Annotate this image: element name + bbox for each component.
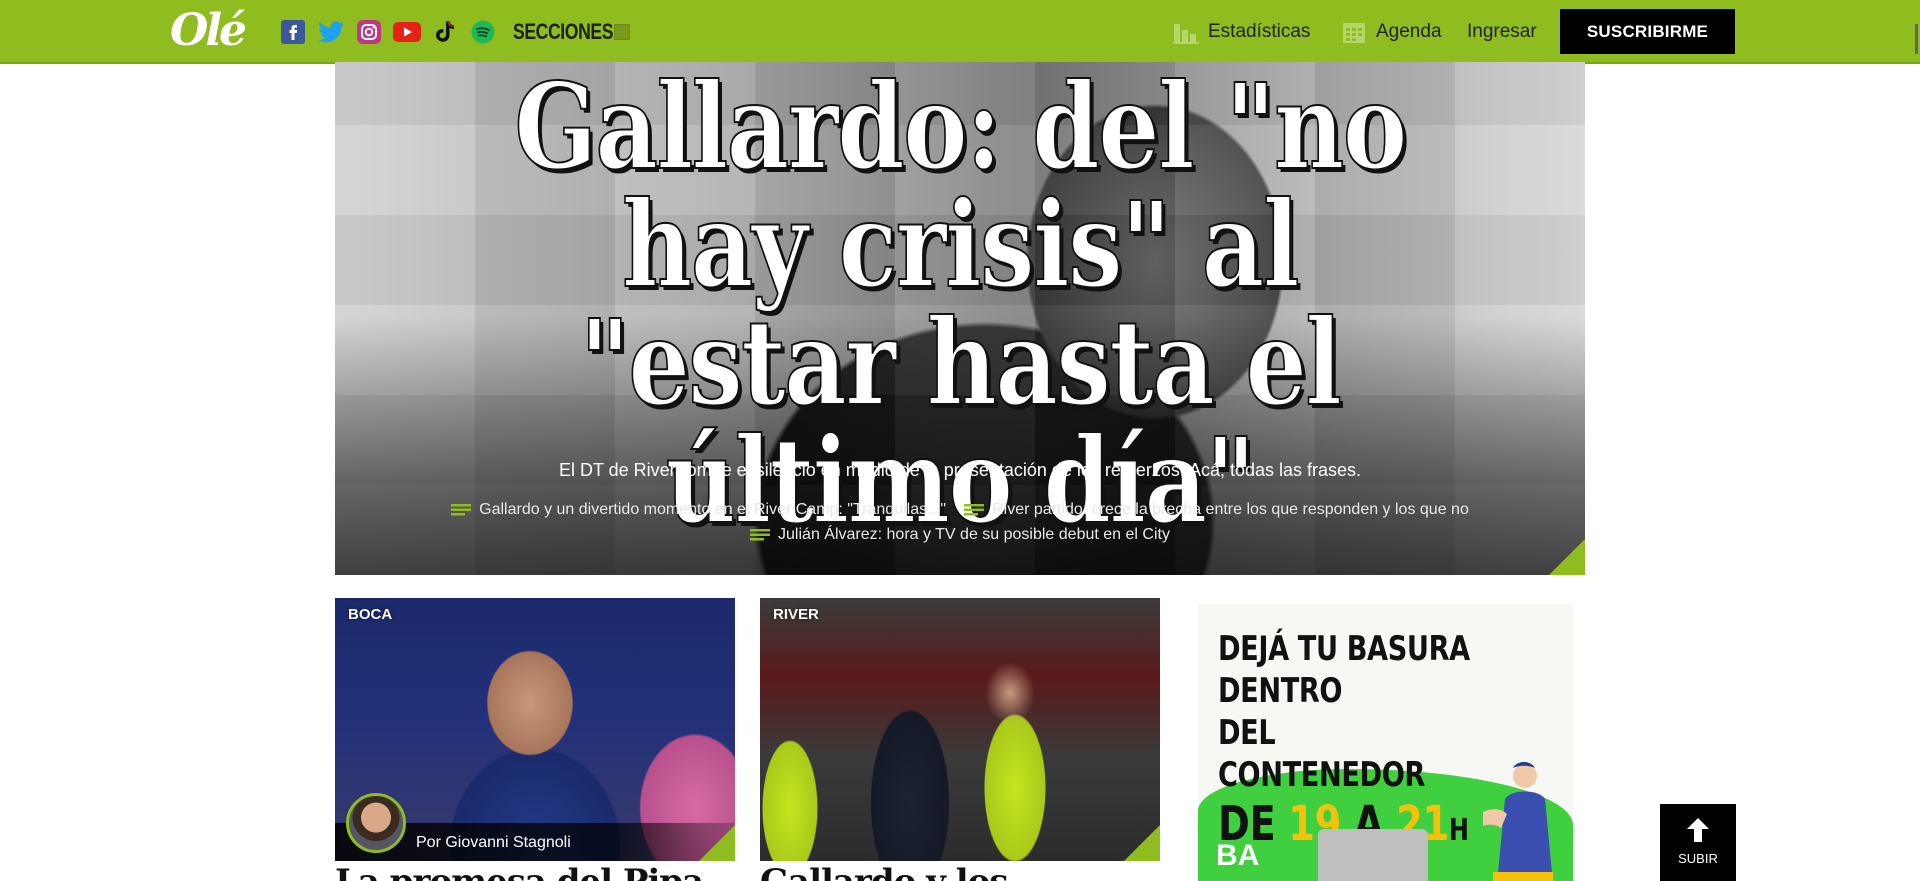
- lines-icon: [964, 504, 985, 516]
- nav-agenda-label: Agenda: [1376, 21, 1442, 42]
- card-headline[interactable]: La promesa del Pipa tras: [335, 862, 735, 881]
- scrollbar[interactable]: [1915, 24, 1918, 54]
- login-label: Ingresar: [1467, 21, 1537, 42]
- corner-accent: [1549, 539, 1585, 575]
- related-link[interactable]: Julián Álvarez: hora y TV de su posible …: [750, 526, 1170, 544]
- site-logo[interactable]: Olé: [170, 8, 247, 54]
- arrow-up-icon: [1687, 818, 1709, 842]
- related-link[interactable]: Gallardo y un divertido momento en el Ri…: [451, 501, 946, 519]
- hero-article[interactable]: Gallardo: del "no hay crisis" al "estar …: [335, 62, 1585, 575]
- twitter-icon[interactable]: [317, 18, 345, 46]
- login-link[interactable]: Ingresar: [1467, 18, 1537, 46]
- bar-chart-icon: [1172, 18, 1200, 46]
- facebook-icon[interactable]: [279, 18, 307, 46]
- card-headline[interactable]: Gallardo y los árbitros:: [760, 862, 1160, 881]
- nav-agenda[interactable]: Agenda: [1340, 18, 1442, 46]
- lines-icon: [750, 529, 771, 541]
- back-to-top-button[interactable]: SUBIR: [1660, 804, 1736, 881]
- tiktok-icon[interactable]: [431, 18, 459, 46]
- trash-bin-illustration: [1318, 829, 1428, 881]
- spotify-icon[interactable]: [469, 18, 497, 46]
- related-link[interactable]: River partido: crece la brecha entre los…: [964, 501, 1469, 519]
- subscribe-button[interactable]: SUSCRIBIRME: [1560, 9, 1735, 54]
- person-illustration: [1483, 762, 1553, 881]
- author-name[interactable]: Por Giovanni Stagnoli: [416, 834, 571, 852]
- nav-estadisticas[interactable]: Estadísticas: [1172, 18, 1310, 46]
- corner-accent: [1124, 825, 1160, 861]
- instagram-icon[interactable]: [355, 18, 383, 46]
- ad-brand-logo: BA: [1216, 839, 1260, 872]
- news-card-boca[interactable]: BOCA Por Giovanni Stagnoli: [335, 598, 735, 861]
- lines-icon: [451, 504, 472, 516]
- secciones-menu[interactable]: SECCIONES: [513, 18, 613, 46]
- social-links: [279, 18, 497, 46]
- hero-subtitle: El DT de River rompe el silencio en medi…: [558, 460, 1362, 480]
- section-tag[interactable]: RIVER: [773, 606, 819, 623]
- calendar-icon: [1340, 18, 1368, 46]
- secciones-toggle-icon[interactable]: [614, 24, 630, 40]
- author-avatar: [346, 793, 406, 853]
- ad-text: DEJÁ TU BASURA DENTRO DEL CONTENEDOR DE …: [1218, 629, 1470, 852]
- corner-accent: [699, 825, 735, 861]
- top-header: Olé SECCIONES Estadísticas Agenda Ingres…: [0, 0, 1920, 64]
- advertisement-banner[interactable]: DEJÁ TU BASURA DENTRO DEL CONTENEDOR DE …: [1198, 604, 1573, 881]
- section-tag[interactable]: BOCA: [348, 606, 392, 623]
- nav-estadisticas-label: Estadísticas: [1208, 21, 1311, 42]
- back-to-top-label: SUBIR: [1678, 851, 1718, 866]
- youtube-icon[interactable]: [393, 18, 421, 46]
- news-card-river[interactable]: RIVER: [760, 598, 1160, 861]
